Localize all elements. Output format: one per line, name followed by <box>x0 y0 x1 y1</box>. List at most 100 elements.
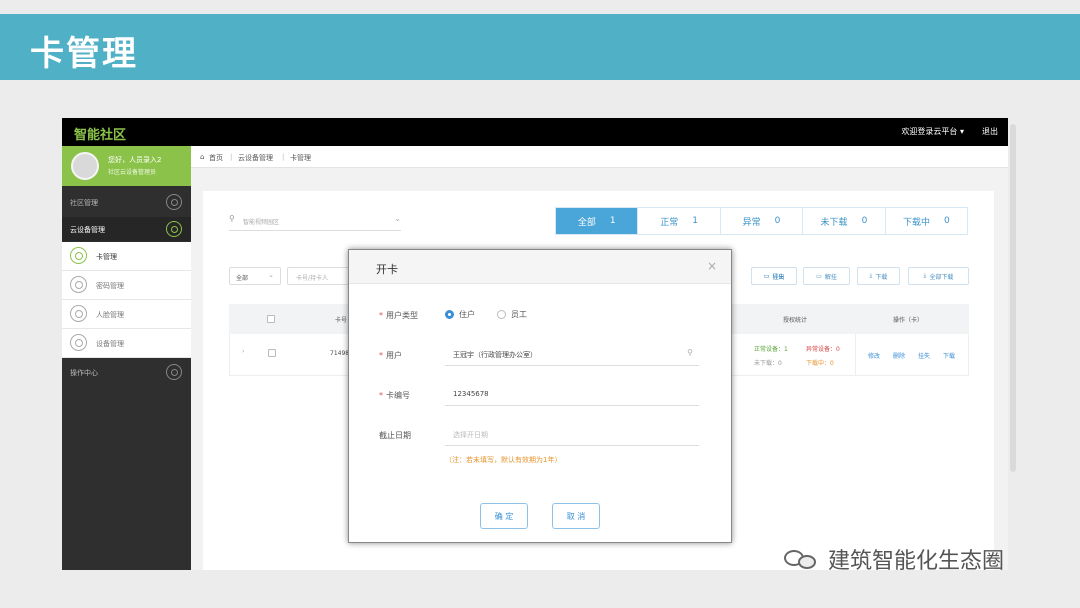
tab-count: 1 <box>609 216 616 226</box>
card-number-label: * 卡编号 <box>379 391 410 400</box>
header-ops: 操作（卡） <box>893 317 924 324</box>
sidebar-item-password[interactable]: 密码管理 <box>62 271 191 300</box>
breadcrumb-cloud-devices[interactable]: 云设备管理 <box>238 153 273 163</box>
sidebar-group-label: 云设备管理 <box>70 226 105 234</box>
expiry-label: 截止日期 <box>379 431 411 440</box>
expiry-date-field[interactable]: 选择开日期 <box>445 424 699 446</box>
sidebar-group-community[interactable]: 社区管理 <box>62 190 191 214</box>
chevron-down-icon: ⌄ <box>268 271 274 279</box>
resident-radio-label: 住户 <box>459 310 475 319</box>
user-role: 社区云设备管理员 <box>108 169 157 176</box>
button-label: 解挂 <box>824 273 837 281</box>
dialog-title: 开卡 <box>376 263 398 276</box>
user-panel: 您好，人员录入2 社区云设备管理员 <box>62 146 191 186</box>
target-icon <box>70 247 87 264</box>
welcome-menu[interactable]: 欢迎登录云平台 ▾ <box>901 126 964 137</box>
header-auth: 授权统计 <box>783 317 808 324</box>
download-all-button[interactable]: ⤓ 全部下载 <box>908 267 969 285</box>
tab-count: 0 <box>943 216 950 226</box>
sidebar-group-label: 社区管理 <box>70 199 98 207</box>
breadcrumb-separator: | <box>282 153 285 161</box>
lost-icon: ▭ <box>763 272 770 280</box>
sidebar-group-cloud-devices[interactable]: 云设备管理 <box>62 217 191 241</box>
search-placeholder: 智能视频园区 <box>243 219 280 226</box>
tab-count: 1 <box>692 216 698 226</box>
target-icon <box>166 221 182 237</box>
tab-label: 全部 <box>577 217 596 228</box>
sidebar-item-label: 设备管理 <box>96 340 124 348</box>
tab-downloading[interactable]: 下载中 0 <box>886 208 967 234</box>
target-icon <box>166 194 182 210</box>
downloading-devices: 下载中：0 <box>806 360 834 367</box>
select-all-checkbox[interactable] <box>267 315 275 323</box>
delete-link[interactable]: 删除 <box>893 351 905 360</box>
card-number-field[interactable]: 12345678 <box>445 384 699 406</box>
watermark: 建筑智能化生态圈 <box>782 542 1004 576</box>
label-text: 卡编号 <box>386 391 410 400</box>
search-icon[interactable]: ⚲ <box>687 348 693 357</box>
tab-normal[interactable]: 正常 1 <box>638 208 721 234</box>
sidebar-group-operations[interactable]: 操作中心 <box>62 360 191 384</box>
card-type-select[interactable]: 全部 ⌄ <box>229 267 281 285</box>
button-label: 全部下载 <box>929 273 954 281</box>
button-label: 下载 <box>875 273 888 281</box>
staff-radio-label: 员工 <box>511 310 527 319</box>
sidebar-item-label: 密码管理 <box>96 282 124 290</box>
resident-radio[interactable] <box>445 310 454 319</box>
tab-all[interactable]: 全部 1 <box>556 208 639 234</box>
dialog-header: 开卡 × <box>349 250 731 284</box>
abnormal-devices: 异常设备：0 <box>806 346 840 353</box>
confirm-button[interactable]: 确 定 <box>480 503 528 529</box>
user-field[interactable]: 王冠宇（行政管理办公室） ⚲ <box>445 344 699 366</box>
user-greeting: 您好，人员录入2 <box>108 156 162 164</box>
sidebar-item-device[interactable]: 设备管理 <box>62 329 191 358</box>
tab-label: 未下载 <box>820 217 848 228</box>
open-card-dialog: 开卡 × * 用户类型 住户 员工 * 用户 王冠宇（行政管理办公室） ⚲ * 卡编号… <box>348 249 732 543</box>
breadcrumb-separator: | <box>230 153 233 161</box>
normal-devices: 正常设备：1 <box>754 346 788 353</box>
tab-count: 0 <box>774 216 781 226</box>
avatar <box>71 152 99 180</box>
expand-icon[interactable]: › <box>242 348 244 355</box>
wechat-logo-icon <box>782 547 820 571</box>
community-search-input[interactable]: ⚲ 智能视频园区 ⌄ <box>229 211 401 231</box>
report-lost-link[interactable]: 挂失 <box>918 351 930 360</box>
download-button[interactable]: ⤓ 下载 <box>857 267 900 285</box>
tab-not-downloaded[interactable]: 未下载 0 <box>803 208 886 234</box>
breadcrumb-home[interactable]: 首页 <box>209 153 223 163</box>
slide-title-bar: 卡管理 <box>0 14 1080 80</box>
watermark-text: 建筑智能化生态圈 <box>828 549 1005 574</box>
staff-radio[interactable] <box>497 310 506 319</box>
edit-link[interactable]: 修改 <box>868 351 880 360</box>
header-card: 卡号 <box>335 317 348 324</box>
download-link[interactable]: 下载 <box>943 351 955 360</box>
column-divider <box>855 334 856 376</box>
row-checkbox[interactable] <box>268 349 276 357</box>
tab-count: 0 <box>861 216 868 226</box>
input-placeholder: 卡号/持卡人 <box>296 275 329 282</box>
cancel-button[interactable]: 取 消 <box>552 503 600 529</box>
tab-label: 下载中 <box>902 217 930 228</box>
unlock-button[interactable]: ▭ 解挂 <box>803 267 850 285</box>
target-icon <box>70 305 87 322</box>
logout-link[interactable]: 退出 <box>982 126 998 137</box>
scrollbar[interactable] <box>1010 124 1016 472</box>
sidebar-item-face[interactable]: 人脸管理 <box>62 300 191 329</box>
tab-label: 正常 <box>660 217 679 228</box>
label-text: 用户类型 <box>386 311 418 320</box>
expiry-placeholder: 选择开日期 <box>453 431 488 439</box>
top-bar: 智能社区 欢迎登录云平台 ▾ 退出 <box>62 118 1008 146</box>
lost-button[interactable]: ▭ 挂失 <box>751 267 797 285</box>
card-search-input[interactable]: 卡号/持卡人 <box>287 267 353 285</box>
sidebar-item-card[interactable]: 卡管理 <box>62 242 191 271</box>
tab-label: 异常 <box>742 217 761 228</box>
home-icon[interactable]: ⌂ <box>200 153 204 161</box>
download-all-icon: ⤓ <box>923 272 927 279</box>
target-icon <box>70 334 87 351</box>
user-type-label: * 用户类型 <box>379 311 418 320</box>
sidebar-item-label: 人脸管理 <box>96 311 124 319</box>
tab-abnormal[interactable]: 异常 0 <box>721 208 804 234</box>
sidebar-group-label: 操作中心 <box>70 369 98 377</box>
close-icon[interactable]: × <box>707 259 717 273</box>
brand-logo: 智能社区 <box>74 128 127 143</box>
